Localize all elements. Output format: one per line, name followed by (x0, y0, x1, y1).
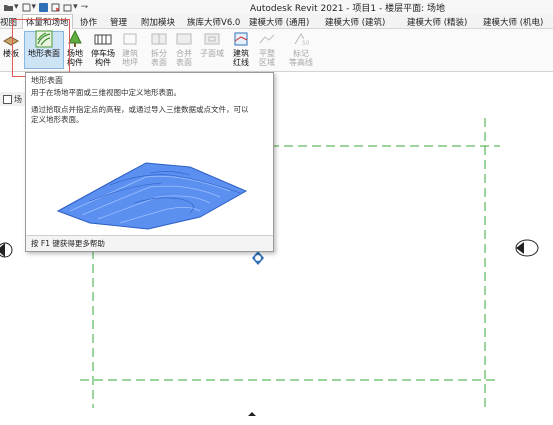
elevation-marker-south-icon[interactable] (248, 412, 256, 416)
dropdown-icon: ▾ (31, 2, 37, 12)
window-title: Autodesk Revit 2021 - 项目1 - 楼层平面: 场地 (250, 4, 445, 14)
ribbon-tab-bar: 视图 体量和场地 协作 管理 附加模块 族库大师V6.0 建模大师 (通用) 建… (0, 14, 553, 29)
toposurface-tooltip: 地形表面 用于在场地平面或三维视图中定义地形表面。 通过拾取点并指定点的高程，或… (25, 72, 274, 252)
save-icon (22, 3, 31, 11)
elevation-marker-west-icon[interactable] (0, 242, 13, 258)
tab-modeling-architecture[interactable]: 建模大师 (建筑) (325, 16, 385, 28)
switch-window-button[interactable]: ▾ (63, 2, 78, 12)
quick-access-toolbar: ▾ ▾ ▾ ⇁ (4, 1, 88, 13)
window-icon (63, 4, 72, 11)
tab-modeling-finishing[interactable]: 建模大师 (精装) (407, 16, 467, 28)
building-pad-button[interactable]: 建筑 地坪 (119, 30, 141, 67)
property-line-icon (234, 32, 248, 46)
open-button[interactable]: ▾ (4, 2, 19, 12)
label-contours-button[interactable]: 50 标记 等高线 (286, 30, 316, 67)
measure-button[interactable] (39, 2, 49, 12)
tooltip-help-footer: 按 F1 键获得更多帮助 (26, 235, 273, 251)
merge-surfaces-icon (176, 33, 192, 45)
svg-text:50: 50 (302, 40, 309, 47)
title-bar: ▾ ▾ ▾ ⇁ Autodesk Revit 2021 - 项目1 - 楼层平面… (0, 0, 553, 14)
view-button[interactable] (51, 3, 60, 12)
terrain-surface-image (56, 162, 248, 230)
measure-icon (39, 2, 49, 12)
customize-qat-icon[interactable]: ⇁ (81, 2, 89, 12)
dropdown-icon: ▾ (73, 2, 78, 12)
graded-region-button[interactable]: 平整 区域 (256, 30, 278, 67)
merge-surfaces-button[interactable]: 合并 表面 (173, 30, 195, 67)
tooltip-title: 地形表面 (31, 76, 63, 85)
tab-collaborate[interactable]: 协作 (80, 16, 97, 28)
parking-component-button[interactable]: 停车场 构件 (88, 30, 118, 67)
building-pad-icon (123, 33, 137, 45)
subregion-button[interactable]: 子面域 (198, 30, 226, 58)
tooltip-description: 用于在场地平面或三维视图中定义地形表面。 (31, 88, 181, 97)
property-line-button[interactable]: 建筑 红线 (230, 30, 252, 67)
tooltip-detail: 通过拾取点并指定点的高程，或通过导入三维数据或点文件，可以 定义地形表面。 (31, 105, 249, 124)
tab-manage[interactable]: 管理 (110, 16, 127, 28)
tab-family-library[interactable]: 族库大师V6.0 (187, 16, 240, 28)
ribbon-panel: 楼板 地形表面 场地 构件 停车场 构件 建筑 地坪 拆分 表面 合并 表面 子… (0, 29, 553, 72)
graded-region-icon (259, 34, 275, 44)
close-view-icon (51, 3, 60, 11)
subregion-icon (204, 33, 220, 45)
elevation-marker-east-icon[interactable] (515, 239, 539, 257)
floor-plan-icon (3, 94, 12, 104)
label-contours-icon: 50 (294, 33, 309, 47)
tab-modeling-general[interactable]: 建模大师 (通用) (249, 16, 309, 28)
elevation-marker-north-icon[interactable] (252, 251, 264, 265)
dropdown-icon: ▾ (14, 2, 19, 12)
tab-modeling-mep[interactable]: 建模大师 (机电) (483, 16, 543, 28)
tab-addins[interactable]: 附加模块 (141, 16, 175, 28)
selection-frame (12, 19, 70, 77)
split-surface-button[interactable]: 拆分 表面 (148, 30, 170, 67)
parking-icon (94, 34, 112, 45)
folder-icon (4, 4, 13, 11)
save-button[interactable]: ▾ (22, 2, 37, 12)
split-surface-icon (151, 33, 167, 45)
